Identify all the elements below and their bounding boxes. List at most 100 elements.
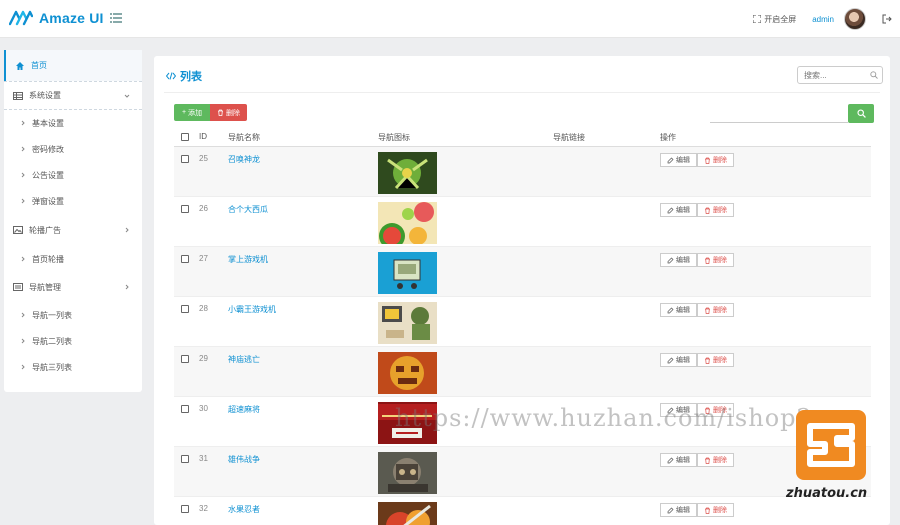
sidebar-item-popup[interactable]: 弹窗设置 xyxy=(4,188,142,214)
delete-button[interactable]: 删除 xyxy=(697,353,734,367)
brand-logo[interactable]: Amaze UI xyxy=(9,8,104,28)
user-name[interactable]: admin xyxy=(812,15,834,24)
row-thumbnail xyxy=(378,252,437,294)
row-id: 25 xyxy=(199,154,208,163)
row-name[interactable]: 合个大西瓜 xyxy=(228,204,268,215)
top-header: Amaze UI 开启全屏 admin xyxy=(0,0,900,38)
row-name[interactable]: 小霸王游戏机 xyxy=(228,304,276,315)
edit-button[interactable]: 编辑 xyxy=(660,453,697,467)
add-button[interactable]: + 添加 xyxy=(174,104,210,121)
fullscreen-button[interactable]: 开启全屏 xyxy=(753,14,796,25)
row-id: 28 xyxy=(199,304,208,313)
row-checkbox[interactable] xyxy=(181,255,189,263)
edit-label: 编辑 xyxy=(676,207,690,214)
edit-button[interactable]: 编辑 xyxy=(660,253,697,267)
row-checkbox[interactable] xyxy=(181,155,189,163)
code-icon xyxy=(166,72,176,80)
trash-icon xyxy=(705,207,710,214)
sidebar-item-nav-3[interactable]: 导航三列表 xyxy=(4,354,142,380)
row-name[interactable]: 召唤神龙 xyxy=(228,154,260,165)
edit-button[interactable]: 编辑 xyxy=(660,303,697,317)
sidebar-item-password[interactable]: 密码修改 xyxy=(4,136,142,162)
delete-button[interactable]: 删除 xyxy=(697,503,734,517)
edit-button[interactable]: 编辑 xyxy=(660,203,697,217)
sidebar-item-label: 导航一列表 xyxy=(32,310,72,320)
row-checkbox[interactable] xyxy=(181,505,189,513)
menu-toggle-icon[interactable] xyxy=(110,12,122,24)
row-thumbnail xyxy=(378,202,437,244)
sidebar-item-notice[interactable]: 公告设置 xyxy=(4,162,142,188)
table-row: 29 神庙逃亡 编辑 删除 xyxy=(174,347,871,397)
table-row: 32 水果忍者 编辑 删除 xyxy=(174,497,871,525)
row-id: 27 xyxy=(199,254,208,263)
site-badge-logo xyxy=(796,410,866,480)
keyword-input[interactable] xyxy=(710,104,848,123)
brand-name: Amaze UI xyxy=(39,10,104,26)
trash-icon xyxy=(705,157,710,164)
search-button[interactable] xyxy=(848,104,874,123)
row-checkbox[interactable] xyxy=(181,355,189,363)
row-id: 30 xyxy=(199,404,208,413)
row-id: 31 xyxy=(199,454,208,463)
header-id: ID xyxy=(199,132,207,141)
edit-icon xyxy=(667,207,674,213)
chevron-down-icon xyxy=(124,94,130,98)
sidebar-item-basic-settings[interactable]: 基本设置 xyxy=(4,110,142,136)
chevron-right-icon xyxy=(21,364,25,370)
delete-button[interactable]: 删除 xyxy=(697,153,734,167)
row-name[interactable]: 水果忍者 xyxy=(228,504,260,515)
sidebar-item-carousel[interactable]: 轮播广告 xyxy=(4,216,142,244)
row-name[interactable]: 神庙逃亡 xyxy=(228,354,260,365)
delete-label: 删除 xyxy=(713,207,727,214)
row-name[interactable]: 超速麻将 xyxy=(228,404,260,415)
add-button-label: 添加 xyxy=(188,109,203,117)
sidebar-item-label: 轮播广告 xyxy=(29,225,61,235)
sidebar-item-nav-1[interactable]: 导航一列表 xyxy=(4,302,142,328)
table-row: 28 小霸王游戏机 编辑 删除 xyxy=(174,297,871,347)
edit-label: 编辑 xyxy=(676,507,690,514)
delete-button[interactable]: 删除 xyxy=(697,253,734,267)
edit-button[interactable]: 编辑 xyxy=(660,353,697,367)
batch-delete-button[interactable]: 删除 xyxy=(210,104,247,121)
edit-button[interactable]: 编辑 xyxy=(660,153,697,167)
sidebar-item-home[interactable]: 首页 xyxy=(4,50,142,81)
logout-icon[interactable] xyxy=(882,14,892,24)
edit-icon xyxy=(667,357,674,363)
row-name[interactable]: 掌上游戏机 xyxy=(228,254,268,265)
delete-button[interactable]: 删除 xyxy=(697,303,734,317)
delete-label: 删除 xyxy=(713,157,727,164)
header-actions: 开启全屏 admin xyxy=(753,0,892,38)
trash-icon xyxy=(218,109,223,116)
table-header: ID 导航名称 导航图标 导航链接 操作 xyxy=(174,128,871,147)
delete-button[interactable]: 删除 xyxy=(697,453,734,467)
trash-icon xyxy=(705,507,710,514)
select-all-checkbox[interactable] xyxy=(181,133,189,141)
edit-icon xyxy=(667,457,674,463)
search-icon[interactable] xyxy=(870,71,878,79)
delete-label: 删除 xyxy=(713,307,727,314)
row-checkbox[interactable] xyxy=(181,305,189,313)
row-checkbox[interactable] xyxy=(181,405,189,413)
delete-button[interactable]: 删除 xyxy=(697,203,734,217)
edit-label: 编辑 xyxy=(676,257,690,264)
sidebar-item-label: 基本设置 xyxy=(32,118,64,128)
row-id: 26 xyxy=(199,204,208,213)
sidebar-item-navigation[interactable]: 导航管理 xyxy=(4,273,142,301)
edit-button[interactable]: 编辑 xyxy=(660,503,697,517)
home-icon xyxy=(16,61,24,70)
sidebar-item-home-carousel[interactable]: 首页轮播 xyxy=(4,246,142,272)
avatar[interactable] xyxy=(844,8,866,30)
chevron-right-icon xyxy=(21,172,25,178)
row-checkbox[interactable] xyxy=(181,205,189,213)
chevron-right-icon xyxy=(21,146,25,152)
row-name[interactable]: 雄伟战争 xyxy=(228,454,260,465)
trash-icon xyxy=(705,257,710,264)
chevron-right-icon xyxy=(21,312,25,318)
row-id: 32 xyxy=(199,504,208,513)
search-icon xyxy=(856,109,866,118)
chevron-right-icon xyxy=(125,227,129,233)
sidebar-item-system-settings[interactable]: 系统设置 xyxy=(4,81,142,110)
row-checkbox[interactable] xyxy=(181,455,189,463)
delete-label: 删除 xyxy=(713,257,727,264)
sidebar-item-nav-2[interactable]: 导航二列表 xyxy=(4,328,142,354)
